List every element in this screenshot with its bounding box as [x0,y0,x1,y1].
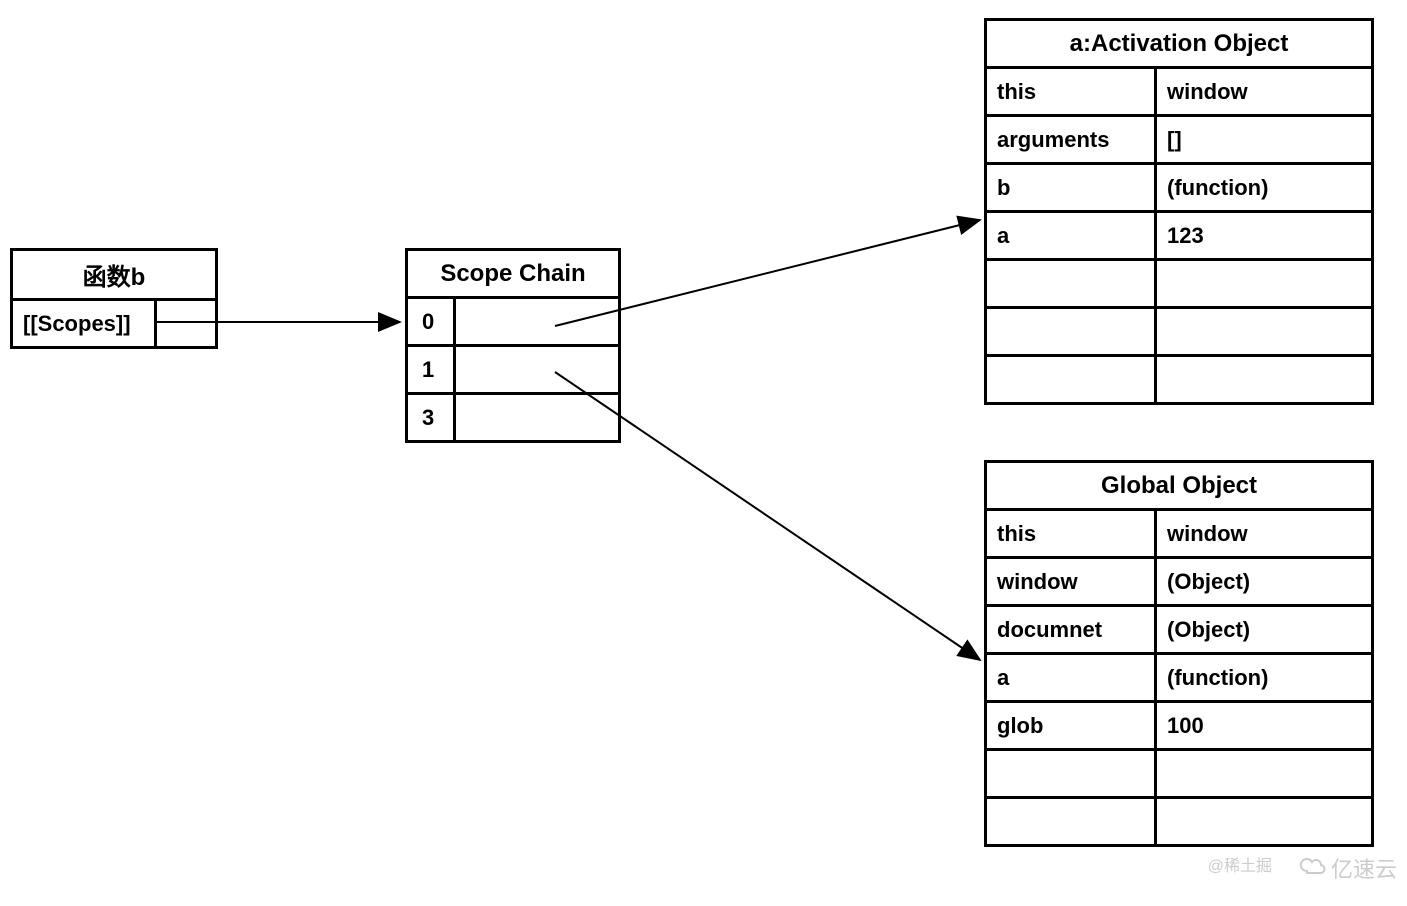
scope-chain-box: Scope Chain 0 1 3 [405,248,621,443]
go-row-0-k: this [986,510,1156,558]
ao-row-3-v: 123 [1156,212,1373,260]
go-row-6-v [1156,798,1373,846]
global-object-title: Global Object [986,462,1373,510]
scope-chain-val-0 [455,298,620,346]
global-object-box: Global Object thiswindow window(Object) … [984,460,1374,847]
ao-row-5-k [986,308,1156,356]
go-row-1-v: (Object) [1156,558,1373,606]
ao-row-6-k [986,356,1156,404]
go-row-2-k: documnet [986,606,1156,654]
watermark-left: @稀土掘 [1208,852,1272,876]
ao-row-0-k: this [986,68,1156,116]
ao-row-1-v: [] [1156,116,1373,164]
go-row-4-k: glob [986,702,1156,750]
scope-chain-idx-2: 3 [407,394,455,442]
watermark-right-text: 亿速云 [1331,852,1397,884]
ao-row-4-k [986,260,1156,308]
ao-row-6-v [1156,356,1373,404]
scope-chain-val-1 [455,346,620,394]
go-row-6-k [986,798,1156,846]
go-row-3-k: a [986,654,1156,702]
ao-row-1-k: arguments [986,116,1156,164]
ao-row-2-v: (function) [1156,164,1373,212]
go-row-4-v: 100 [1156,702,1373,750]
go-row-2-v: (Object) [1156,606,1373,654]
cloud-icon [1299,855,1327,881]
ao-row-2-k: b [986,164,1156,212]
function-b-title: 函数b [12,250,217,300]
ao-row-3-k: a [986,212,1156,260]
go-row-5-k [986,750,1156,798]
go-row-0-v: window [1156,510,1373,558]
go-row-1-k: window [986,558,1156,606]
ao-row-0-v: window [1156,68,1373,116]
scope-chain-idx-1: 1 [407,346,455,394]
activation-object-box: a:Activation Object thiswindow arguments… [984,18,1374,405]
ao-row-4-v [1156,260,1373,308]
activation-object-title: a:Activation Object [986,20,1373,68]
go-row-3-v: (function) [1156,654,1373,702]
function-b-value [155,300,217,348]
go-row-5-v [1156,750,1373,798]
function-b-box: 函数b [[Scopes]] [10,248,218,349]
diagram-canvas: 函数b [[Scopes]] Scope Chain 0 1 3 a:Activ… [0,0,1407,906]
scope-chain-val-2 [455,394,620,442]
ao-row-5-v [1156,308,1373,356]
function-b-prop: [[Scopes]] [12,300,156,348]
watermark-right: 亿速云 [1299,852,1397,884]
scope-chain-idx-0: 0 [407,298,455,346]
scope-chain-title: Scope Chain [407,250,620,298]
